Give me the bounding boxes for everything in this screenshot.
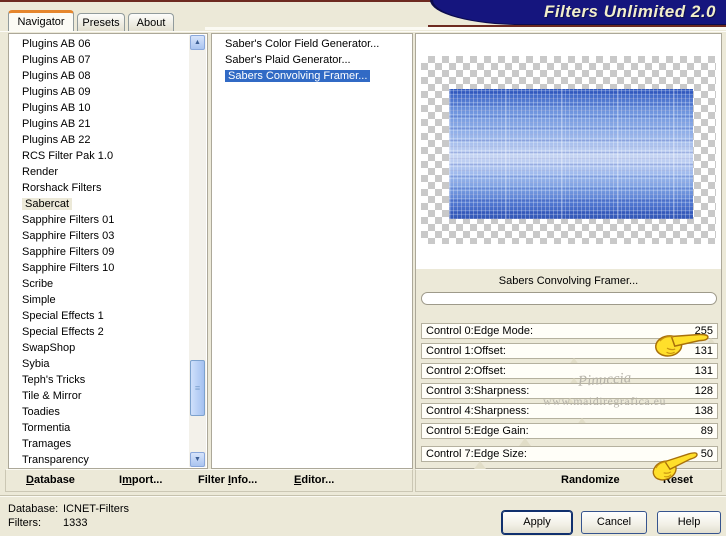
control-value: 255 — [694, 325, 713, 337]
control-label: Control 3:Sharpness: — [426, 385, 530, 397]
control-value: 50 — [700, 448, 713, 460]
scroll-up-icon[interactable]: ▲ — [190, 35, 205, 50]
randomize-reset-bar: Randomize Reset — [415, 469, 722, 492]
category-list-item[interactable]: Simple — [9, 292, 207, 308]
control-label: Control 2:Offset: — [426, 365, 506, 377]
category-list-item[interactable]: Special Effects 2 — [9, 324, 207, 340]
control-label: Control 1:Offset: — [426, 345, 506, 357]
control-sliders: Control 0:Edge Mode: 255 Control 1:Offse… — [421, 323, 718, 469]
control-value: 89 — [700, 425, 713, 437]
category-list-item[interactable]: Plugins AB 08 — [9, 68, 207, 84]
control-row[interactable]: Control 0:Edge Mode: 255 — [421, 323, 718, 346]
category-list-item[interactable]: RCS Filter Pak 1.0 — [9, 148, 207, 164]
scroll-down-icon[interactable]: ▼ — [190, 452, 205, 467]
category-list-item[interactable]: Sapphire Filters 09 — [9, 244, 207, 260]
tab-navigator-label: Navigator — [17, 16, 65, 28]
status-database-label: Database: — [8, 503, 59, 515]
filter-preview-image — [449, 89, 693, 219]
control-label: Control 4:Sharpness: — [426, 405, 530, 417]
window-top-edge — [0, 0, 436, 2]
import-button[interactable]: Import... — [119, 474, 162, 486]
category-list-item[interactable]: Sapphire Filters 01 — [9, 212, 207, 228]
filter-list-item[interactable]: Sabers Convolving Framer... — [212, 68, 412, 84]
reset-button[interactable]: Reset — [663, 474, 693, 486]
control-row[interactable]: Control 7:Edge Size: 50 — [421, 446, 718, 469]
title-banner: Filters Unlimited 2.0 — [430, 0, 726, 25]
category-scrollbar[interactable]: ▲ ≡ ▼ — [189, 35, 206, 467]
transparency-checkerboard — [421, 56, 716, 244]
help-button[interactable]: Help — [657, 511, 721, 534]
control-value: 131 — [694, 365, 713, 377]
editor-button[interactable]: Editor... — [294, 474, 334, 486]
status-filters-label: Filters: — [8, 517, 41, 529]
category-list-item[interactable]: Plugins AB 21 — [9, 116, 207, 132]
category-list-item[interactable]: Special Effects 1 — [9, 308, 207, 324]
tab-navigator[interactable]: Navigator — [8, 10, 74, 31]
banner-lower-highlight — [205, 27, 726, 30]
control-label: Control 7:Edge Size: — [426, 448, 527, 460]
category-list-item[interactable]: Toadies — [9, 404, 207, 420]
category-list-item[interactable]: Plugins AB 10 — [9, 100, 207, 116]
filter-list-item[interactable]: Saber's Plaid Generator... — [212, 52, 412, 68]
preview-panel: Sabers Convolving Framer... Control 0:Ed… — [415, 33, 722, 469]
category-list-item[interactable]: Transparency — [9, 452, 207, 468]
category-list-item[interactable]: Sabercat — [9, 196, 207, 212]
database-button[interactable]: Database — [26, 474, 75, 486]
scrollbar-thumb[interactable]: ≡ — [190, 360, 205, 416]
preview-caption: Sabers Convolving Framer... — [498, 275, 639, 287]
preview-background — [416, 34, 721, 269]
category-list-item[interactable]: Plugins AB 07 — [9, 52, 207, 68]
tab-baseline — [0, 31, 726, 32]
category-list-item[interactable]: Tormentia — [9, 420, 207, 436]
tab-about[interactable]: About — [128, 13, 174, 31]
control-row[interactable]: Control 4:Sharpness: 138 — [421, 403, 718, 426]
category-list-item[interactable]: Rorshack Filters — [9, 180, 207, 196]
category-list-item[interactable]: Sapphire Filters 03 — [9, 228, 207, 244]
category-listbox[interactable]: Plugins AB 06 Plugins AB 07 Plugins AB 0… — [8, 33, 208, 469]
category-list-item[interactable]: SwapShop — [9, 340, 207, 356]
filter-info-button[interactable]: Filter Info... — [198, 474, 257, 486]
bottom-separator-highlight — [0, 496, 726, 497]
category-list-item[interactable]: Sybia — [9, 356, 207, 372]
control-row[interactable]: Control 3:Sharpness: 128 — [421, 383, 718, 406]
control-label: Control 0:Edge Mode: — [426, 325, 534, 337]
category-list-item[interactable]: Tramages — [9, 436, 207, 452]
database-toolbar: Database Import... Filter Info... Editor… — [5, 469, 413, 492]
app-title: Filters Unlimited 2.0 — [543, 2, 716, 21]
category-list-item[interactable]: Plugins AB 09 — [9, 84, 207, 100]
slider-thumb[interactable] — [473, 461, 486, 469]
category-list-item[interactable]: Teph's Tricks — [9, 372, 207, 388]
control-row[interactable]: Control 2:Offset: 131 — [421, 363, 718, 386]
tab-about-label: About — [136, 16, 166, 29]
control-row[interactable]: Control 1:Offset: 131 — [421, 343, 718, 366]
category-list-item[interactable]: Plugins AB 06 — [9, 36, 207, 52]
control-value: 131 — [694, 345, 713, 357]
progress-bar — [421, 292, 717, 305]
cancel-button[interactable]: Cancel — [581, 511, 647, 534]
status-filters-value: 1333 — [63, 517, 88, 529]
tab-presets[interactable]: Presets — [77, 13, 125, 31]
filter-list-item[interactable]: Saber's Color Field Generator... — [212, 36, 412, 52]
category-list-item[interactable]: Scribe — [9, 276, 207, 292]
category-list-item[interactable]: Plugins AB 22 — [9, 132, 207, 148]
control-label: Control 5:Edge Gain: — [426, 425, 529, 437]
control-value: 138 — [694, 405, 713, 417]
randomize-button[interactable]: Randomize — [561, 474, 620, 486]
slider-thumb[interactable] — [518, 438, 531, 446]
category-list-item[interactable]: Sapphire Filters 10 — [9, 260, 207, 276]
filter-listbox[interactable]: Saber's Color Field Generator... Saber's… — [211, 33, 413, 469]
status-database-value: ICNET-Filters — [63, 503, 129, 515]
control-row[interactable]: Control 5:Edge Gain: 89 — [421, 423, 718, 446]
category-list-item[interactable]: Render — [9, 164, 207, 180]
control-value: 128 — [694, 385, 713, 397]
tab-presets-label: Presets — [82, 16, 120, 29]
category-list-item[interactable]: Tile & Mirror — [9, 388, 207, 404]
apply-button[interactable]: Apply — [502, 511, 572, 534]
